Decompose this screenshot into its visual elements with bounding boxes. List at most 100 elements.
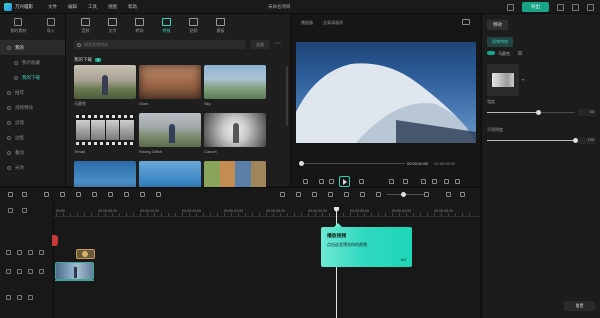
- fullscreen-icon[interactable]: [455, 179, 460, 184]
- layout-icon[interactable]: [8, 192, 13, 197]
- eye-icon[interactable]: [28, 269, 33, 274]
- mark-in-icon[interactable]: [389, 179, 394, 184]
- delete-icon[interactable]: [76, 192, 81, 197]
- effect-card[interactable]: Cancel: [204, 113, 266, 154]
- link-icon[interactable]: [22, 208, 27, 213]
- zoom-in-icon[interactable]: [424, 192, 429, 197]
- tab-video-effect[interactable]: 视频特效: [487, 37, 513, 47]
- filter-dropdown[interactable]: 全部: [250, 40, 270, 49]
- track-marker[interactable]: [52, 235, 58, 246]
- menu-edit[interactable]: 编辑: [68, 4, 77, 10]
- zoom-out-icon[interactable]: [376, 192, 381, 197]
- zoom-knob[interactable]: [400, 192, 406, 197]
- effect-card[interactable]: Trinall: [74, 113, 136, 154]
- close-icon[interactable]: [587, 3, 594, 11]
- shield-icon[interactable]: [296, 192, 301, 197]
- zoom-slider[interactable]: [387, 192, 425, 197]
- undo-icon[interactable]: [44, 192, 49, 197]
- help-icon[interactable]: [518, 51, 522, 55]
- sidebar-item[interactable]: 滤镜: [0, 115, 65, 130]
- camera-icon[interactable]: [432, 179, 437, 184]
- more-icon[interactable]: [460, 192, 465, 197]
- redo-icon[interactable]: [60, 192, 65, 197]
- crop-icon[interactable]: [108, 192, 113, 197]
- fit-icon[interactable]: [446, 192, 451, 197]
- audio-icon[interactable]: [39, 250, 44, 255]
- effect-toggle[interactable]: [487, 51, 495, 55]
- media-tab[interactable]: 特效: [153, 18, 180, 34]
- lock-icon[interactable]: [17, 269, 22, 274]
- menu-tools[interactable]: 工具: [88, 4, 97, 10]
- media-tab[interactable]: 转场: [126, 18, 153, 34]
- sidebar-item[interactable]: 叠加: [0, 145, 65, 160]
- tab-import[interactable]: 导入: [46, 18, 55, 38]
- sidebar-item[interactable]: 我的收藏: [0, 55, 65, 70]
- preview-scrubber[interactable]: [299, 161, 405, 166]
- maximize-icon[interactable]: [572, 3, 579, 11]
- mic-icon[interactable]: [156, 192, 161, 197]
- audio-icon[interactable]: [360, 192, 365, 197]
- effect-card[interactable]: Glow: [139, 65, 201, 106]
- cut-icon[interactable]: [92, 192, 97, 197]
- media-tab[interactable]: 文字: [99, 18, 126, 34]
- chevron-down-icon[interactable]: ▾: [522, 77, 524, 82]
- export-button[interactable]: 导出: [522, 2, 549, 12]
- sidebar-item[interactable]: 我的下载: [0, 70, 65, 85]
- onboarding-tooltip[interactable]: 播放视频 点击这里预览你的视频 4/4: [321, 223, 412, 267]
- effect-card[interactable]: Sky: [204, 65, 266, 106]
- add-track-icon[interactable]: [8, 208, 13, 213]
- effect-preview-swatch[interactable]: [487, 64, 519, 96]
- lock-icon[interactable]: [17, 250, 22, 255]
- rewind-icon[interactable]: [329, 179, 334, 184]
- volume-icon[interactable]: [444, 179, 449, 184]
- mark-out-icon[interactable]: [403, 179, 408, 184]
- account-icon[interactable]: [507, 3, 514, 11]
- minimize-icon[interactable]: [557, 3, 564, 11]
- tab-my-media[interactable]: 我的素材: [10, 18, 26, 38]
- media-tab[interactable]: 模板: [207, 18, 234, 34]
- adjust-icon[interactable]: [140, 192, 145, 197]
- stop-icon[interactable]: [359, 179, 364, 184]
- media-tab[interactable]: 音频: [72, 18, 99, 34]
- step-back-icon[interactable]: [319, 179, 324, 184]
- sidebar-item[interactable]: 光效: [0, 160, 65, 175]
- player-label[interactable]: 播放器: [301, 20, 313, 26]
- panel-scrollbar[interactable]: [286, 66, 288, 126]
- sidebar-item[interactable]: 视频特效: [0, 100, 65, 115]
- split-icon[interactable]: [344, 192, 349, 197]
- intensity-slider[interactable]: [487, 110, 575, 115]
- scrubber-knob[interactable]: [299, 161, 304, 166]
- sidebar-item[interactable]: 我的: [0, 40, 65, 55]
- sidebar-item[interactable]: 边框: [0, 130, 65, 145]
- effect-card[interactable]: 马赛克: [74, 65, 136, 106]
- quality-dropdown[interactable]: 全高清画质: [323, 20, 343, 26]
- media-tab[interactable]: 贴纸: [180, 18, 207, 34]
- effect-clip[interactable]: [76, 249, 95, 259]
- prev-frame-icon[interactable]: [303, 179, 308, 184]
- select-icon[interactable]: [22, 192, 27, 197]
- display-icon[interactable]: [421, 179, 426, 184]
- record-icon[interactable]: [280, 192, 285, 197]
- sidebar-item[interactable]: 推荐: [0, 85, 65, 100]
- eye-icon[interactable]: [28, 250, 33, 255]
- menu-help[interactable]: 帮助: [128, 4, 137, 10]
- reset-button[interactable]: 重置: [564, 301, 595, 311]
- video-clip[interactable]: [55, 262, 94, 280]
- play-button[interactable]: [339, 176, 350, 187]
- effect-card[interactable]: Strong Glitch: [139, 113, 201, 154]
- lock-icon[interactable]: [17, 295, 22, 300]
- more-icon[interactable]: ⋯: [274, 40, 282, 49]
- mic-record-icon[interactable]: [328, 192, 333, 197]
- audio-icon[interactable]: [28, 295, 33, 300]
- mask-icon[interactable]: [312, 192, 317, 197]
- menu-view[interactable]: 视图: [108, 4, 117, 10]
- intensity-value[interactable]: 50: [578, 109, 596, 116]
- menu-file[interactable]: 文件: [48, 4, 57, 10]
- opacity-value[interactable]: 100: [578, 137, 596, 144]
- opacity-slider[interactable]: [487, 138, 578, 143]
- tab-effect[interactable]: 特效: [487, 20, 508, 30]
- audio-icon[interactable]: [39, 269, 44, 274]
- timeline-ruler[interactable]: 00:00 00:00:05:00 00:00:10:00 00:00:15:00 00…: [54, 207, 480, 217]
- snapshot-icon[interactable]: [462, 19, 470, 25]
- text-icon[interactable]: [124, 192, 129, 197]
